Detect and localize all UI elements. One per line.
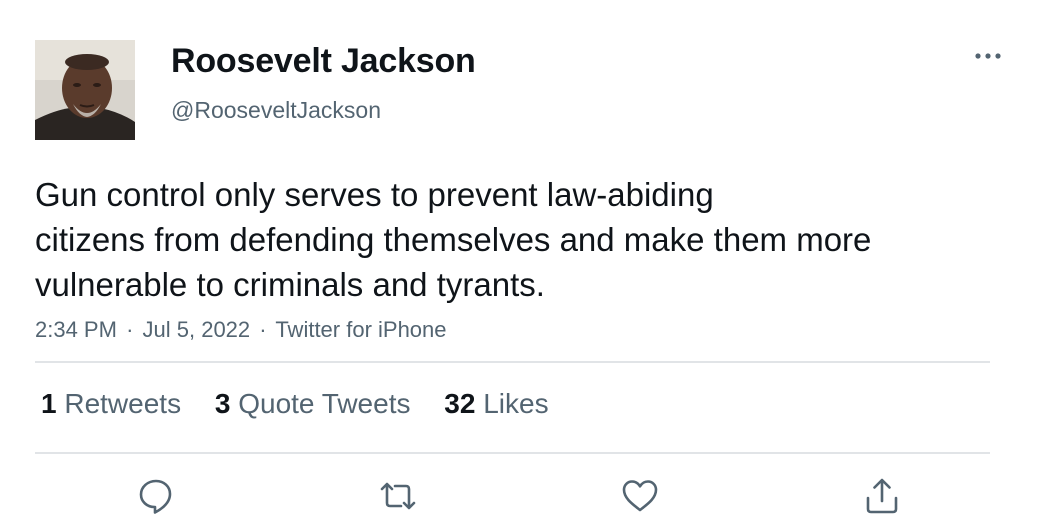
- meta-separator: ·: [126, 317, 134, 342]
- engagement-stats: 1 Retweets 3 Quote Tweets 32 Likes: [41, 388, 575, 420]
- tweet-meta: 2:34 PM · Jul 5, 2022 · Twitter for iPho…: [35, 317, 447, 343]
- tweet-text: Gun control only serves to prevent law-a…: [35, 172, 995, 307]
- display-name[interactable]: Roosevelt Jackson: [171, 42, 476, 81]
- likes-label: Likes: [483, 388, 549, 419]
- avatar[interactable]: [35, 40, 135, 140]
- share-icon: [866, 478, 898, 514]
- heart-icon: [622, 480, 658, 512]
- tweet-time[interactable]: 2:34 PM: [35, 317, 117, 342]
- divider: [35, 361, 990, 363]
- retweets-count: 1: [41, 388, 57, 419]
- quote-tweets-stat[interactable]: 3 Quote Tweets: [215, 388, 411, 420]
- reply-button[interactable]: [134, 474, 178, 518]
- more-options-button[interactable]: [968, 42, 1008, 70]
- quote-tweets-count: 3: [214, 388, 231, 419]
- likes-count: 32: [444, 388, 476, 419]
- reply-icon: [139, 479, 172, 514]
- tweet-text-line: vulnerable to criminals and tyrants.: [35, 266, 545, 303]
- retweet-button[interactable]: [376, 474, 420, 518]
- tweet-source[interactable]: Twitter for iPhone: [275, 317, 446, 342]
- like-button[interactable]: [618, 474, 662, 518]
- tweet-text-line: citizens from defending themselves and m…: [35, 221, 872, 258]
- tweet-text-line: Gun control only serves to prevent law-a…: [35, 176, 714, 213]
- tweet-actions-bar: [0, 474, 1050, 518]
- retweets-stat[interactable]: 1 Retweets: [41, 388, 181, 420]
- more-horizontal-icon: [975, 53, 1001, 59]
- quote-tweets-label: Quote Tweets: [238, 388, 411, 419]
- retweets-label: Retweets: [64, 388, 182, 419]
- retweet-icon: [380, 482, 416, 510]
- meta-separator: ·: [259, 317, 267, 342]
- likes-stat[interactable]: 32 Likes: [444, 388, 548, 420]
- tweet-date[interactable]: Jul 5, 2022: [143, 317, 251, 342]
- divider: [35, 452, 990, 454]
- share-button[interactable]: [860, 474, 904, 518]
- avatar-photo: [35, 40, 135, 140]
- user-handle[interactable]: @RooseveltJackson: [171, 97, 381, 124]
